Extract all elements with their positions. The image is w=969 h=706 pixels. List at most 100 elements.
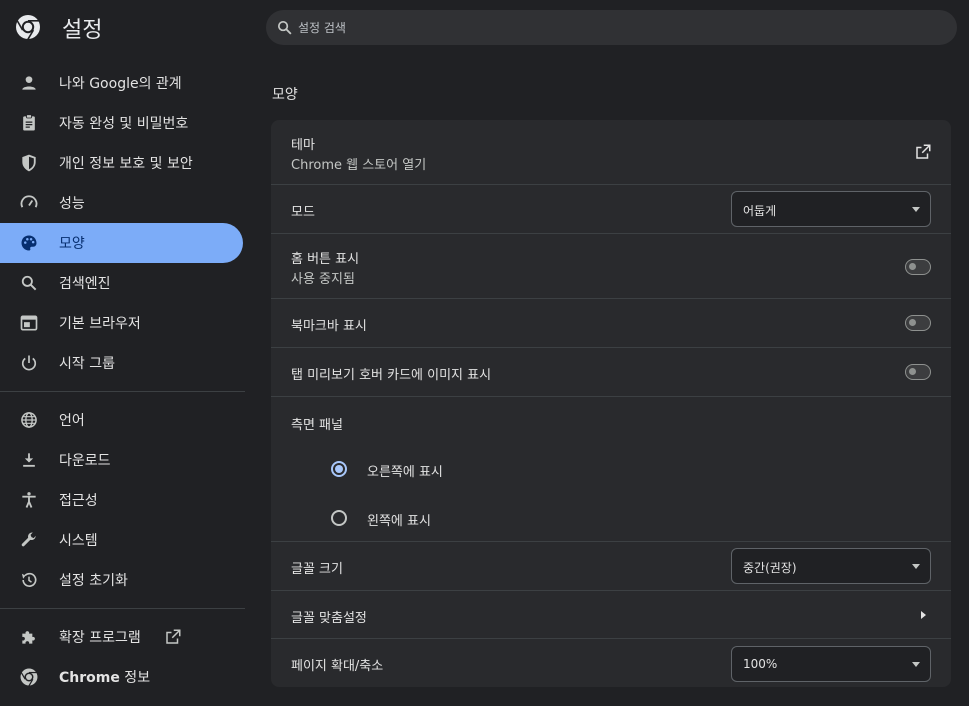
header: 설정 bbox=[0, 0, 969, 56]
bookmarks-bar-label: 북마크바 표시 bbox=[291, 319, 367, 334]
mode-row: 모드 어둡게 bbox=[271, 184, 951, 233]
toggle-knob bbox=[909, 263, 916, 270]
bookmarks-bar-row: 북마크바 표시 bbox=[271, 298, 951, 347]
puzzle-icon bbox=[22, 631, 35, 644]
side-panel-label: 측면 패널 bbox=[291, 418, 343, 433]
home-button-row: 홈 버튼 표시 사용 중지됨 bbox=[271, 233, 951, 298]
bookmarks-bar-toggle[interactable] bbox=[905, 315, 931, 331]
search-input[interactable] bbox=[298, 16, 938, 39]
sidebar-item-label: 자동 완성 및 비밀번호 bbox=[59, 116, 189, 132]
sidebar-item-autofill[interactable]: 자동 완성 및 비밀번호 bbox=[0, 103, 243, 143]
sidebar-item-performance[interactable]: 성능 bbox=[0, 183, 243, 223]
sidebar-divider bbox=[0, 608, 245, 609]
sidebar-item-system[interactable]: 시스템 bbox=[0, 520, 243, 560]
person-icon bbox=[22, 76, 36, 90]
appearance-card: 테마 Chrome 웹 스토어 열기 모드 어둡게 홈 버튼 표시 사용 중지됨… bbox=[271, 120, 951, 687]
side-panel-row: 측면 패널 오른쪽에 표시 왼쪽에 표시 bbox=[271, 396, 951, 541]
chrome-icon bbox=[20, 668, 38, 687]
speedometer-icon bbox=[20, 195, 38, 208]
about-label: 정보 bbox=[119, 670, 151, 686]
sidebar-item-label: Chrome 정보 bbox=[59, 667, 150, 687]
mode-select[interactable]: 어둡게 bbox=[731, 191, 931, 227]
chevron-right-icon bbox=[921, 611, 926, 619]
sidebar-item-you-and-google[interactable]: 나와 Google의 관계 bbox=[0, 63, 243, 103]
sidebar-item-label: 확장 프로그램 bbox=[59, 630, 141, 646]
page-title: 설정 bbox=[62, 18, 103, 43]
open-in-new-icon bbox=[166, 629, 181, 644]
sidebar-item-default-browser[interactable]: 기본 브라우저 bbox=[0, 303, 243, 343]
page-zoom-select[interactable]: 100% bbox=[731, 646, 931, 682]
dropdown-arrow-icon bbox=[912, 207, 920, 212]
dropdown-arrow-icon bbox=[912, 564, 920, 569]
sidebar-item-appearance[interactable]: 모양 bbox=[0, 223, 243, 263]
sidebar-item-languages[interactable]: 언어 bbox=[0, 400, 243, 440]
side-panel-left-label[interactable]: 왼쪽에 표시 bbox=[367, 510, 431, 529]
toggle-knob bbox=[909, 368, 916, 375]
font-size-label: 글꼴 크기 bbox=[291, 562, 343, 577]
mode-value: 어둡게 bbox=[743, 204, 777, 218]
page-zoom-value: 100% bbox=[743, 657, 778, 671]
mode-label: 모드 bbox=[291, 205, 315, 220]
search-icon bbox=[277, 20, 292, 35]
palette-icon bbox=[21, 235, 37, 251]
sidebar-item-label: 설정 초기화 bbox=[59, 573, 128, 589]
chrome-label: Chrome bbox=[59, 670, 120, 686]
sidebar-divider bbox=[0, 391, 245, 392]
theme-label: 테마 bbox=[291, 138, 315, 153]
sidebar-item-label: 시작 그룹 bbox=[59, 356, 115, 372]
font-size-value: 중간(권장) bbox=[743, 561, 797, 575]
sidebar-item-label: 나와 Google의 관계 bbox=[59, 76, 182, 92]
page-zoom-label: 페이지 확대/축소 bbox=[291, 659, 384, 674]
clipboard-icon bbox=[23, 114, 35, 131]
radio-dot bbox=[335, 465, 343, 473]
sidebar-item-label: 기본 브라우저 bbox=[59, 316, 141, 332]
sidebar-item-label: 다운로드 bbox=[59, 453, 111, 469]
tab-preview-toggle[interactable] bbox=[905, 364, 931, 380]
sidebar-item-label: 검색엔진 bbox=[59, 276, 111, 292]
sidebar-item-label: 시스템 bbox=[59, 533, 98, 549]
sidebar-item-reset-settings[interactable]: 설정 초기화 bbox=[0, 560, 243, 600]
toggle-knob bbox=[909, 319, 916, 326]
sidebar-item-label: 접근성 bbox=[59, 493, 98, 509]
sidebar-item-label: 성능 bbox=[59, 196, 85, 212]
side-panel-right-label[interactable]: 오른쪽에 표시 bbox=[367, 461, 443, 480]
sidebar-item-search-engine[interactable]: 검색엔진 bbox=[0, 263, 243, 303]
customize-fonts-label: 글꼴 맞춤설정 bbox=[291, 611, 367, 626]
sidebar-item-on-startup[interactable]: 시작 그룹 bbox=[0, 343, 243, 383]
globe-icon bbox=[21, 412, 37, 428]
sidebar-item-extensions[interactable]: 확장 프로그램 bbox=[0, 617, 243, 657]
home-button-label: 홈 버튼 표시 bbox=[291, 252, 360, 267]
download-icon bbox=[23, 453, 35, 467]
font-size-select[interactable]: 중간(권장) bbox=[731, 548, 931, 584]
font-size-row: 글꼴 크기 중간(권장) bbox=[271, 541, 951, 590]
restore-icon bbox=[21, 572, 37, 587]
wrench-icon bbox=[21, 532, 36, 547]
section-title: 모양 bbox=[272, 87, 298, 103]
search-icon bbox=[21, 275, 37, 291]
home-button-toggle[interactable] bbox=[905, 259, 931, 275]
dropdown-arrow-icon bbox=[912, 662, 920, 667]
side-panel-right-radio[interactable] bbox=[331, 461, 347, 477]
home-button-sublabel: 사용 중지됨 bbox=[291, 272, 355, 287]
sidebar-item-label: 개인 정보 보호 및 보안 bbox=[59, 156, 193, 172]
theme-sublabel: Chrome 웹 스토어 열기 bbox=[291, 158, 427, 173]
side-panel-left-radio[interactable] bbox=[331, 510, 347, 526]
sidebar-item-label: 언어 bbox=[59, 413, 85, 429]
customize-fonts-row[interactable]: 글꼴 맞춤설정 bbox=[271, 590, 951, 638]
open-in-new-icon[interactable] bbox=[914, 143, 932, 161]
page-zoom-row: 페이지 확대/축소 100% bbox=[271, 638, 951, 687]
sidebar-item-about-chrome[interactable]: Chrome 정보 bbox=[0, 657, 243, 697]
sidebar-item-accessibility[interactable]: 접근성 bbox=[0, 480, 243, 520]
sidebar: 나와 Google의 관계 자동 완성 및 비밀번호 개인 정보 보호 및 보안… bbox=[0, 63, 260, 697]
shield-icon bbox=[22, 154, 36, 172]
accessibility-icon bbox=[22, 492, 36, 508]
sidebar-item-privacy[interactable]: 개인 정보 보호 및 보안 bbox=[0, 143, 243, 183]
search-box[interactable] bbox=[266, 10, 957, 45]
power-icon bbox=[21, 355, 37, 371]
sidebar-item-downloads[interactable]: 다운로드 bbox=[0, 440, 243, 480]
theme-row[interactable]: 테마 Chrome 웹 스토어 열기 bbox=[271, 120, 951, 184]
sidebar-item-label: 모양 bbox=[59, 236, 85, 252]
chrome-logo-icon bbox=[16, 15, 40, 40]
browser-icon bbox=[20, 315, 38, 331]
tab-preview-label: 탭 미리보기 호버 카드에 이미지 표시 bbox=[291, 368, 492, 383]
